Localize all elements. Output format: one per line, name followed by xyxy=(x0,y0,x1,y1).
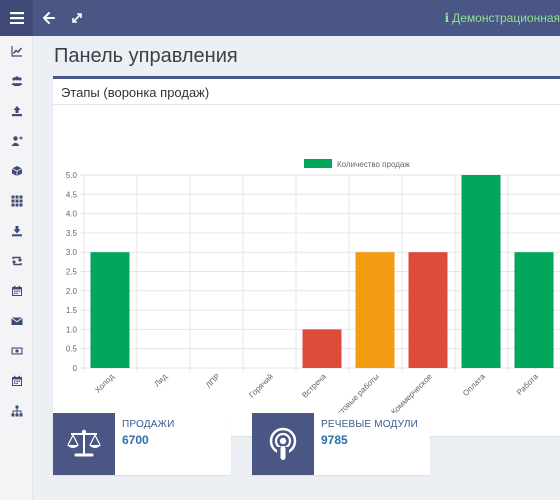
sidebar-item-products[interactable] xyxy=(0,156,33,186)
stat-card-speech-modules[interactable]: РЕЧЕВЫЕ МОДУЛИ 9785 xyxy=(252,413,430,475)
download-icon xyxy=(11,226,22,237)
stat-card-sales[interactable]: ПРОДАЖИ 6700 xyxy=(53,413,231,475)
y-tick-label: 1.0 xyxy=(66,325,78,334)
calendar-icon xyxy=(11,375,22,386)
chart-bar xyxy=(408,252,448,368)
x-tick-label: Лид xyxy=(152,372,169,389)
sidebar-item-payments[interactable] xyxy=(0,336,33,366)
sidebar-item-add-user[interactable] xyxy=(0,126,33,156)
podcast-icon xyxy=(252,413,314,475)
grid-icon xyxy=(11,195,22,207)
x-tick-label: Горячий xyxy=(247,372,275,400)
x-tick-label: Холод xyxy=(93,372,116,395)
calendar-icon xyxy=(11,285,22,296)
top-navbar: i Демонстрационная xyxy=(0,0,560,36)
x-tick-label: Коммерческое xyxy=(389,372,434,417)
user-plus-icon xyxy=(11,136,22,146)
y-tick-label: 4.5 xyxy=(66,190,78,199)
sidebar-item-download[interactable] xyxy=(0,216,33,246)
y-tick-label: 5.0 xyxy=(66,171,78,180)
line-chart-icon xyxy=(10,46,22,57)
expand-icon[interactable] xyxy=(66,0,88,36)
balance-scale-icon xyxy=(53,413,115,475)
y-tick-label: 4.0 xyxy=(66,210,78,219)
retweet-icon xyxy=(11,256,22,266)
money-icon xyxy=(11,347,22,355)
cube-icon xyxy=(11,166,22,176)
y-tick-label: 0 xyxy=(73,364,78,373)
chart-bar xyxy=(514,252,554,368)
stat-value: 6700 xyxy=(122,433,149,447)
stat-label: ПРОДАЖИ xyxy=(122,419,175,430)
sidebar-item-structure[interactable] xyxy=(0,396,33,426)
y-tick-label: 1.5 xyxy=(66,306,78,315)
y-tick-label: 2.0 xyxy=(66,287,78,296)
sidebar-item-schedule[interactable] xyxy=(0,366,33,396)
users-icon xyxy=(11,76,22,86)
sidebar-item-modules[interactable] xyxy=(0,186,33,216)
x-tick-label: Работа xyxy=(515,372,540,397)
demo-user-link[interactable]: i Демонстрационная xyxy=(445,0,560,36)
upload-icon xyxy=(11,106,22,117)
sidebar-item-mail[interactable] xyxy=(0,306,33,336)
chart-bar xyxy=(90,252,130,368)
sidebar-item-users[interactable] xyxy=(0,66,33,96)
sidebar-item-calendar[interactable] xyxy=(0,276,33,306)
x-tick-label: Встреча xyxy=(300,372,328,400)
bars-icon[interactable] xyxy=(0,0,33,36)
stat-label: РЕЧЕВЫЕ МОДУЛИ xyxy=(321,419,418,430)
stat-value: 9785 xyxy=(321,433,348,447)
chart-bar xyxy=(461,175,501,368)
info-icon: i xyxy=(444,11,450,25)
main-content: Панель управления Этапы (воронка продаж)… xyxy=(33,36,560,500)
chart-bar xyxy=(355,252,395,368)
sidebar xyxy=(0,36,33,500)
funnel-box: Этапы (воронка продаж) 0 0.5 1.0 1.5 2.0 2.5 3… xyxy=(53,76,560,436)
funnel-chart: 0 0.5 1.0 1.5 2.0 2.5 3.0 3.5 4.0 4.5 5.0 Холод Лид Л… xyxy=(66,159,560,424)
y-tick-label: 3.0 xyxy=(66,248,78,257)
sidebar-item-sync[interactable] xyxy=(0,246,33,276)
page-title: Панель управления xyxy=(54,45,238,67)
demo-label: Демонстрационная xyxy=(452,11,560,25)
y-tick-label: 0.5 xyxy=(66,345,78,354)
sidebar-item-upload[interactable] xyxy=(0,96,33,126)
chart-bar xyxy=(302,329,342,368)
legend-label: Количество продаж xyxy=(337,160,410,169)
envelope-icon xyxy=(10,317,23,325)
y-tick-label: 2.5 xyxy=(66,268,78,277)
x-tick-label: ЛПР xyxy=(204,372,222,390)
legend-swatch xyxy=(304,159,332,168)
x-tick-label: Оплата xyxy=(461,372,487,398)
sidebar-item-dashboard[interactable] xyxy=(0,36,33,66)
arrow-left-icon[interactable] xyxy=(38,0,60,36)
sitemap-icon xyxy=(11,405,22,417)
y-tick-label: 3.5 xyxy=(66,229,78,238)
